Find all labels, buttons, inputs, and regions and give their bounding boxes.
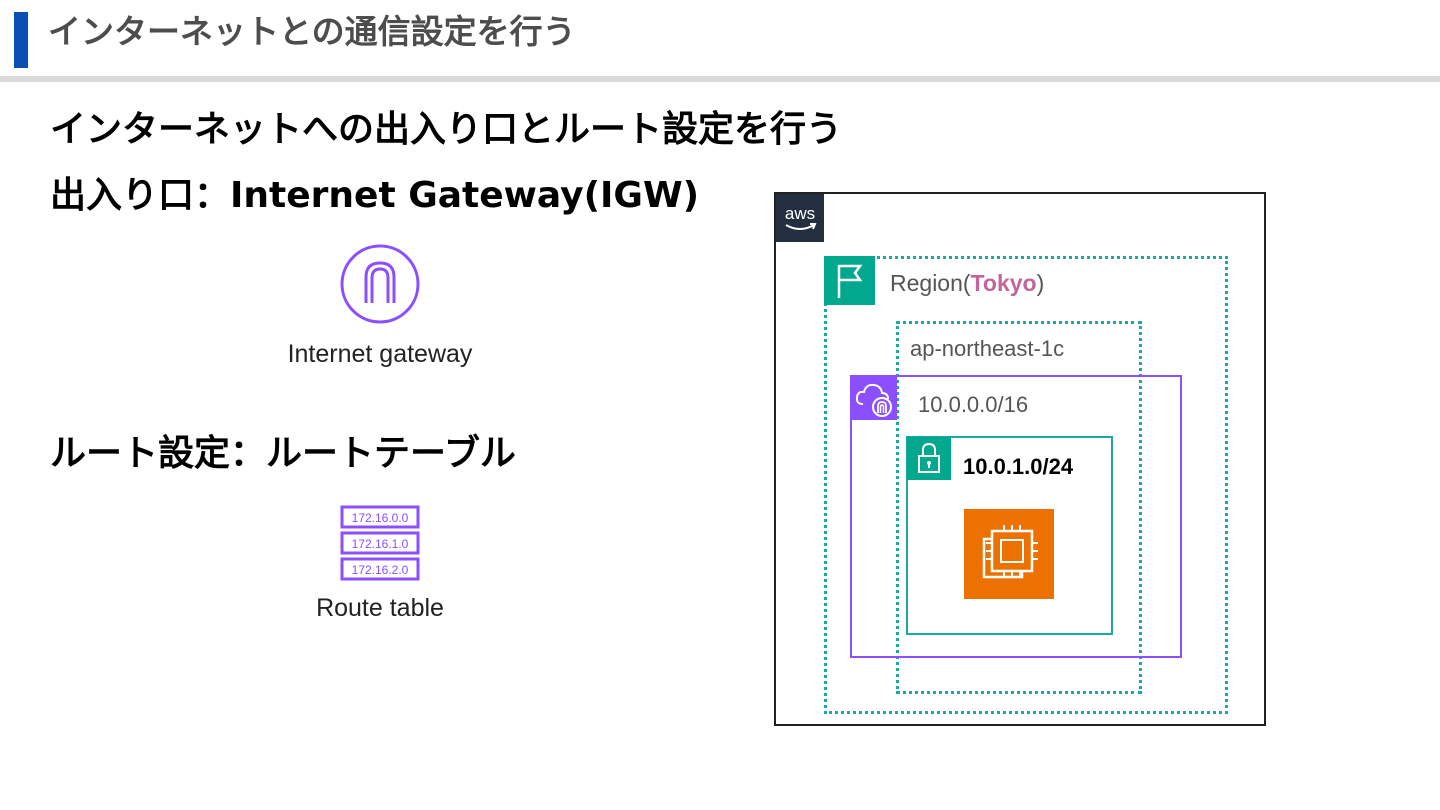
subnet-badge [907,437,951,480]
vpc-cidr-label: 10.0.0.0/16 [918,392,1029,417]
region-label-suffix: ) [1036,270,1045,296]
subtitle: インターネットへの出入り口とルート設定を行う [50,109,843,150]
subnet-cidr-label: 10.0.1.0/24 [963,454,1074,479]
route-table-icon: 172.16.0.0 172.16.1.0 172.16.2.0 [340,505,420,581]
route-row-2: 172.16.1.0 [352,537,409,551]
vpc-cloud-icon [855,383,892,417]
route-row-1: 172.16.0.0 [352,511,409,525]
lock-icon [918,442,940,473]
region-label: Region(Tokyo) [890,270,1044,297]
availability-zone-label: ap-northeast-1c [910,336,1065,361]
region-flag-badge [824,256,875,305]
aws-logo-text: aws [785,204,815,223]
flag-icon [837,264,863,298]
igw-caption: Internet gateway [287,340,473,368]
region-name: Tokyo [970,270,1037,296]
route-row-3: 172.16.2.0 [352,563,409,577]
route-table-caption: Route table [316,594,444,622]
internet-gateway-icon [340,244,420,324]
header-accent-bar [14,12,28,68]
aws-smile-icon: aws [785,204,817,230]
ec2-instance [964,509,1054,599]
route-heading: ルート設定：ルートテーブル [50,433,516,474]
igw-heading: 出入り口：Internet Gateway(IGW) [50,175,700,216]
region-label-prefix: Region( [890,270,971,296]
vpc-badge [851,376,897,420]
header-divider [0,76,1440,82]
ec2-chip-icon [982,525,1038,579]
aws-logo: aws [776,194,824,242]
page-title: インターネットとの通信設定を行う [48,12,576,51]
